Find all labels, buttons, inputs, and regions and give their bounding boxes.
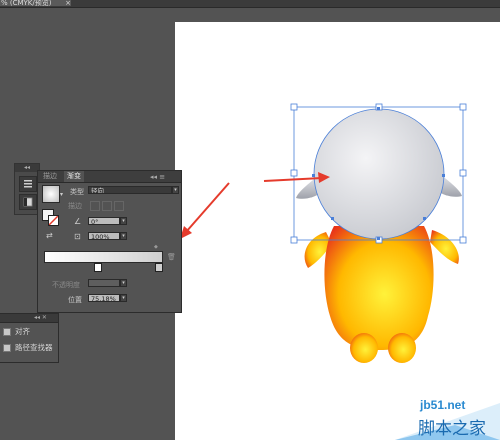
align-pathfinder-panel: ◂◂ ✕ 对齐 路径查找器 bbox=[0, 313, 59, 363]
stroke-swatch[interactable] bbox=[48, 215, 59, 226]
type-select[interactable]: 径向 bbox=[88, 186, 172, 194]
align-panel-header: ◂◂ ✕ bbox=[0, 314, 58, 323]
watermark-site: jb51.net bbox=[420, 398, 466, 412]
right-leg[interactable] bbox=[388, 333, 416, 363]
opacity-dropdown-icon[interactable]: ▾ bbox=[120, 279, 127, 287]
stroke-option-3[interactable] bbox=[114, 201, 124, 211]
torso[interactable] bbox=[324, 226, 434, 350]
tool-strip-collapse[interactable]: ◂◂ bbox=[15, 164, 39, 172]
watermark-brand: 脚本之家 bbox=[418, 419, 486, 439]
aspect-ratio-input[interactable]: 100% bbox=[88, 232, 120, 240]
opacity-label: 不透明度 bbox=[52, 281, 80, 289]
stroke-panel-icon[interactable] bbox=[19, 176, 37, 192]
angle-dropdown-icon[interactable]: ▾ bbox=[120, 217, 127, 225]
gradient-swatch[interactable] bbox=[42, 185, 60, 203]
pathfinder-label: 路径查找器 bbox=[15, 343, 53, 352]
align-item[interactable]: 对齐 bbox=[3, 326, 30, 338]
gradient-panel-header: 描边 渐变 ◂◂ ≡ bbox=[38, 171, 181, 183]
color-stop-left[interactable] bbox=[94, 263, 102, 272]
reverse-gradient-icon[interactable]: ⇄ bbox=[46, 231, 56, 241]
delete-stop-icon[interactable]: 🗑 bbox=[167, 253, 176, 261]
gradient-panel: 描边 渐变 ◂◂ ≡ ▾ 类型 径向 ▾ 描边 ⇄ ∠ 0° ▾ ⊡ 100% … bbox=[37, 170, 182, 313]
pathfinder-item[interactable]: 路径查找器 bbox=[3, 342, 53, 354]
right-arm[interactable] bbox=[430, 230, 459, 264]
gradient-panel-icon[interactable] bbox=[19, 194, 37, 210]
stroke-label: 描边 bbox=[68, 202, 82, 210]
left-leg[interactable] bbox=[350, 333, 378, 363]
align-label: 对齐 bbox=[15, 327, 30, 336]
location-label: 位置 bbox=[68, 296, 82, 304]
swatch-dropdown-icon[interactable]: ▾ bbox=[60, 191, 66, 198]
location-dropdown-icon[interactable]: ▾ bbox=[120, 294, 127, 302]
type-dropdown-icon[interactable]: ▾ bbox=[172, 186, 179, 194]
align-panel-controls[interactable]: ◂◂ ✕ bbox=[34, 314, 47, 321]
annotation-arrow-to-panel bbox=[180, 182, 230, 239]
character-body[interactable] bbox=[304, 226, 459, 363]
stroke-option-2[interactable] bbox=[102, 201, 112, 211]
type-label: 类型 bbox=[70, 188, 84, 196]
stroke-option-1[interactable] bbox=[90, 201, 100, 211]
gradient-slider[interactable] bbox=[44, 251, 163, 263]
angle-icon: ∠ bbox=[74, 217, 82, 226]
tab-gradient[interactable]: 渐变 bbox=[64, 171, 84, 182]
aspect-ratio-dropdown-icon[interactable]: ▾ bbox=[120, 232, 127, 240]
location-input[interactable]: 75.18% bbox=[88, 294, 120, 302]
midpoint-diamond-icon[interactable]: ◆ bbox=[154, 245, 160, 250]
tab-stroke[interactable]: 描边 bbox=[40, 171, 60, 182]
opacity-input[interactable] bbox=[88, 279, 120, 287]
align-icon bbox=[3, 328, 11, 336]
color-stop-right[interactable] bbox=[155, 263, 163, 272]
pathfinder-icon bbox=[3, 344, 11, 352]
angle-input[interactable]: 0° bbox=[88, 217, 120, 225]
aspect-ratio-icon: ⊡ bbox=[74, 232, 81, 241]
panel-menu-icon[interactable]: ◂◂ ≡ bbox=[150, 173, 165, 181]
